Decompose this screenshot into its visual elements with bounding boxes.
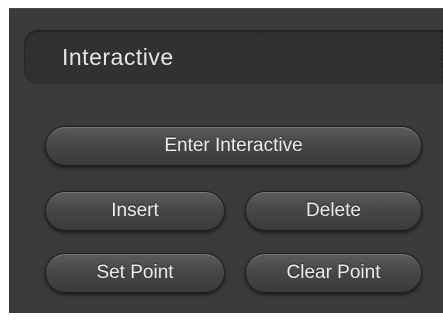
enter-interactive-button[interactable]: Enter Interactive (45, 126, 422, 166)
insert-button[interactable]: Insert (45, 191, 225, 231)
interactive-panel: Interactive Enter Interactive Insert Del… (0, 0, 443, 320)
delete-button[interactable]: Delete (245, 191, 422, 231)
section-title: Interactive (62, 44, 174, 70)
clear-point-button[interactable]: Clear Point (245, 253, 422, 293)
set-point-button[interactable]: Set Point (45, 253, 225, 293)
